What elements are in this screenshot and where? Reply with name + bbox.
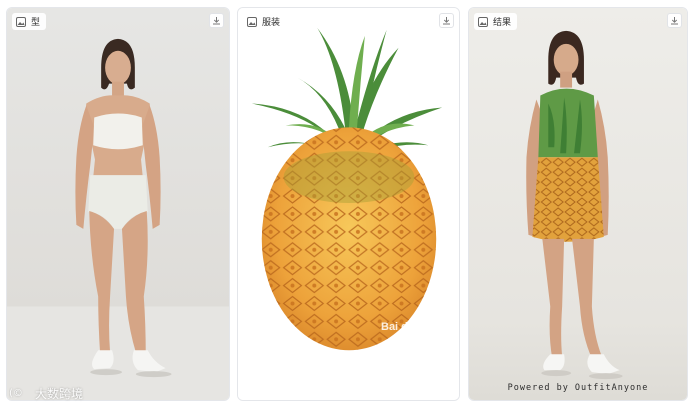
download-button[interactable] <box>209 13 224 28</box>
image-icon <box>478 16 488 27</box>
model-tag: 型 <box>12 13 47 30</box>
result-card[interactable]: 结果 Powered by OutfitAnyone <box>468 7 688 401</box>
garment-tag: 服装 <box>243 13 287 30</box>
baidu-watermark: Bai du 經驗 <box>381 321 440 333</box>
image-icon <box>16 16 26 27</box>
download-icon <box>670 16 679 25</box>
model-image <box>7 8 229 400</box>
download-icon <box>212 16 221 25</box>
footer-watermark: (© 大数跨境 <box>9 385 83 402</box>
result-label: 结果 <box>493 18 512 28</box>
download-icon <box>442 16 451 25</box>
powered-by-text: Powered by OutfitAnyone <box>507 383 649 393</box>
svg-text:(©: (© <box>9 388 23 398</box>
image-icon <box>247 16 257 27</box>
result-image <box>469 8 687 400</box>
model-card[interactable]: 型 <box>6 7 230 401</box>
result-tag: 结果 <box>474 13 518 30</box>
download-button[interactable] <box>667 13 682 28</box>
model-label: 型 <box>31 18 41 28</box>
footer-watermark-text: 大数跨境 <box>35 387 84 401</box>
garment-image <box>238 8 459 400</box>
download-button[interactable] <box>439 13 454 28</box>
watermark-logo-icon: (© <box>9 386 31 401</box>
garment-card[interactable]: Bai du 經驗 服装 <box>237 7 460 401</box>
garment-label: 服装 <box>262 18 281 28</box>
